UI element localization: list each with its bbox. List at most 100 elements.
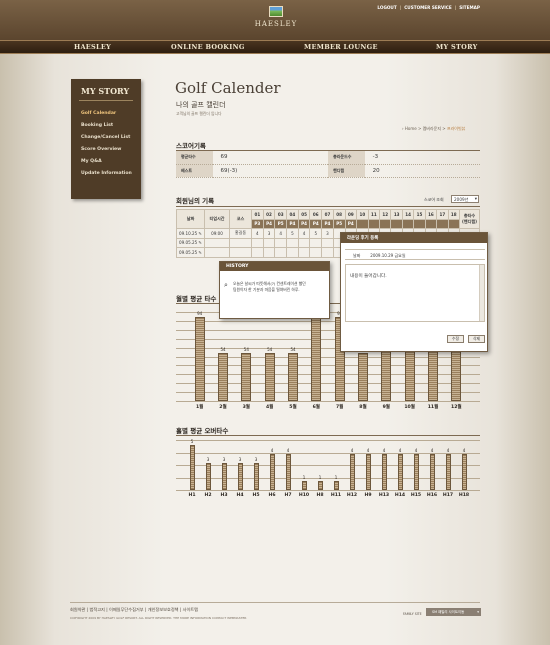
breadcrumb-home[interactable]: Home bbox=[405, 126, 417, 131]
col-total-label: 총타수 bbox=[463, 213, 476, 218]
chart-data-label: 3 bbox=[222, 456, 226, 462]
chart-bar bbox=[253, 462, 259, 490]
chart-tick-label: 8월 bbox=[359, 405, 367, 410]
score-label: 총라운드수 bbox=[328, 151, 365, 165]
par-cell: P5 bbox=[332, 218, 346, 229]
score-value: 69(-3) bbox=[212, 164, 329, 178]
utility-links: LOGOUT | CUSTOMER SERVICE | SITEMAP bbox=[377, 5, 480, 10]
family-site-select[interactable]: SM 패밀리 사이트이동 bbox=[426, 608, 481, 616]
col-hole: 04 bbox=[286, 209, 299, 220]
edit-button[interactable]: 수정 bbox=[447, 335, 464, 343]
score-section-title: 스코어기록 bbox=[176, 142, 206, 150]
par-cell: P4 bbox=[309, 218, 323, 229]
par-cell bbox=[356, 218, 369, 229]
chart-tick-label: H13 bbox=[378, 493, 390, 498]
review-date-row: 날짜 2009.10.29 금요일 bbox=[345, 249, 485, 260]
col-hole: 16 bbox=[424, 209, 438, 220]
chart-tick-label: H4 bbox=[236, 493, 244, 498]
note-icon[interactable]: ✎ bbox=[199, 250, 202, 255]
par-cell: P4 bbox=[297, 218, 311, 229]
chart-data-label: 4 bbox=[286, 447, 290, 453]
col-hole: 05 bbox=[297, 209, 311, 220]
review-textarea[interactable]: 내용이 들어갑니다. bbox=[345, 264, 485, 322]
chart-bar bbox=[445, 453, 451, 490]
breadcrumb-lounge[interactable]: 멤버라운지 bbox=[423, 126, 441, 131]
par-cell bbox=[367, 218, 381, 229]
score-value: 20 bbox=[364, 164, 480, 178]
nav-my-story[interactable]: MY STORY bbox=[436, 43, 478, 51]
brand-logo-text[interactable]: HAESLEY bbox=[250, 20, 302, 28]
chart-data-label: 1 bbox=[334, 474, 338, 480]
chart-tick-label: 2월 bbox=[219, 405, 227, 410]
sidebar-item-score-overview[interactable]: Score Overview bbox=[81, 147, 121, 152]
note-icon[interactable]: ✎ bbox=[199, 240, 202, 245]
chart-tick-label: H7 bbox=[284, 493, 292, 498]
col-hole: 17 bbox=[436, 209, 449, 220]
chart-tick-label: H1 bbox=[188, 493, 196, 498]
chart-tick-label: H9 bbox=[364, 493, 372, 498]
chart-bar bbox=[189, 444, 195, 490]
review-scrollbar[interactable] bbox=[479, 265, 484, 321]
breadcrumb-current: 프라이빗뷰 bbox=[446, 126, 466, 131]
chart-bar bbox=[397, 453, 403, 490]
sidebar-item-booking-list[interactable]: Booking List bbox=[81, 123, 113, 128]
members-divider bbox=[176, 206, 480, 207]
col-hole: 14 bbox=[401, 209, 415, 220]
nav-member-lounge[interactable]: MEMBER LOUNGE bbox=[304, 43, 378, 51]
delete-button[interactable]: 삭제 bbox=[468, 335, 485, 343]
par-cell: P4 bbox=[262, 218, 276, 229]
chart-tick-label: 12월 bbox=[451, 405, 462, 410]
chart-bar bbox=[413, 453, 419, 490]
chart-tick-label: H3 bbox=[220, 493, 228, 498]
chart-gridline bbox=[176, 490, 480, 491]
chart-bar bbox=[269, 453, 275, 490]
magnifier-icon: ⌕ bbox=[224, 281, 228, 289]
history-popup: HISTORY ⌕ 오늘은 날씨가 따뜻해서(?) 컨센트레이션 했던 팀원이자… bbox=[219, 261, 330, 319]
hole-score: 4 bbox=[274, 228, 288, 239]
col-total: 총타수 (핸디캡) bbox=[459, 209, 480, 229]
sidebar-item-update-information[interactable]: Update Information bbox=[81, 171, 132, 176]
sidebar-item-golf-calendar[interactable]: Golf Calendar bbox=[81, 111, 116, 116]
chart-bar bbox=[237, 462, 243, 490]
chart-bar bbox=[218, 352, 228, 401]
chart-bar bbox=[264, 352, 275, 401]
header-row: 날짜 티업시간 코스 01 02 03 04 05 06 07 08 09 10… bbox=[176, 209, 480, 229]
chart-data-label: 4 bbox=[414, 447, 418, 453]
sidebar-divider bbox=[79, 100, 133, 101]
chart-tick-label: H18 bbox=[458, 493, 470, 498]
col-hole: 06 bbox=[309, 209, 323, 220]
chart-bar bbox=[241, 352, 252, 401]
chart-data-label: 54 bbox=[220, 346, 226, 352]
sidebar-title: MY STORY bbox=[81, 86, 130, 96]
col-hole: 07 bbox=[321, 209, 334, 220]
nav-haesley[interactable]: HAESLEY bbox=[74, 43, 111, 51]
sidebar-item-change-cancel-list[interactable]: Change/Cancel List bbox=[81, 135, 130, 140]
chart-bar bbox=[461, 453, 467, 490]
chart-tick-label: 6월 bbox=[312, 405, 321, 410]
col-hole: 12 bbox=[379, 209, 392, 220]
col-hole: 08 bbox=[332, 209, 346, 220]
score-label: 핸디캡 bbox=[328, 164, 365, 178]
haesley-logo-icon[interactable] bbox=[269, 6, 283, 17]
footer-links[interactable]: 회원약관 | 법적고지 | 이메일무단수집거부 | 개인정보보호정책 | 사이트… bbox=[70, 607, 198, 613]
chart-data-label: 3 bbox=[206, 456, 210, 462]
year-select[interactable]: 2009년 bbox=[451, 195, 479, 203]
chart-bar bbox=[221, 462, 227, 490]
par-cell: P4 bbox=[321, 218, 334, 229]
row-course: 홍길동 bbox=[229, 228, 252, 239]
score-row: 평균타수 69 총라운드수 -3 bbox=[176, 151, 480, 165]
chart-bar bbox=[194, 317, 205, 401]
chart-tick-label: 9월 bbox=[382, 405, 391, 410]
sitemap-link[interactable]: SITEMAP bbox=[459, 5, 480, 10]
sidebar-item-my-qa[interactable]: My Q&A bbox=[81, 159, 102, 164]
chart-data-label: 94 bbox=[197, 311, 203, 317]
chart-data-label: 3 bbox=[238, 456, 242, 462]
chart-tick-label: H5 bbox=[252, 493, 260, 498]
customer-service-link[interactable]: CUSTOMER SERVICE bbox=[404, 5, 451, 10]
chart-bar bbox=[317, 480, 323, 490]
chart-data-label: 5 bbox=[190, 438, 194, 444]
note-icon[interactable]: ✎ bbox=[199, 231, 202, 236]
nav-online-booking[interactable]: ONLINE BOOKING bbox=[171, 43, 245, 51]
chart-tick-label: 7월 bbox=[335, 405, 344, 410]
logout-link[interactable]: LOGOUT bbox=[377, 5, 396, 10]
